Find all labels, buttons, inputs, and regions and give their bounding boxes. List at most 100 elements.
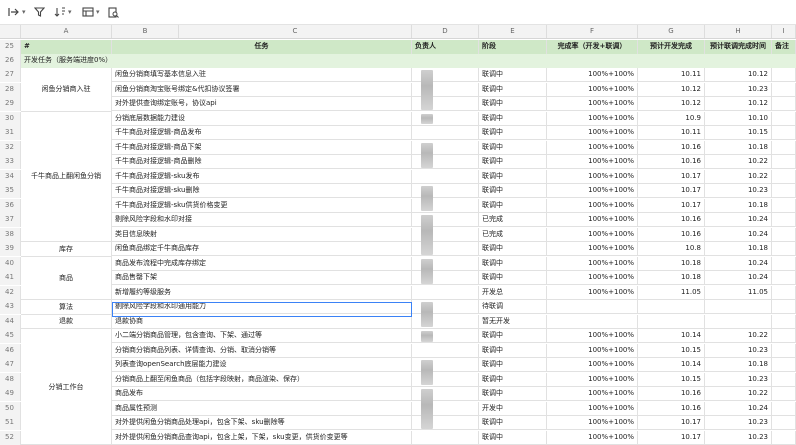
cell-stage[interactable]: 联调中 [479, 155, 547, 169]
cell-task[interactable]: 分销商品上翻至闲鱼商品（包括字段映射，商品渲染、保存） [112, 372, 412, 387]
group-label-cell[interactable]: 退款 [21, 314, 112, 329]
cell-task[interactable]: 剔除风险字段和水印通用能力 [112, 300, 412, 314]
cell-note[interactable] [772, 213, 796, 227]
cell-note[interactable] [772, 256, 796, 271]
cell-task[interactable]: 商品售罄下架 [112, 271, 412, 285]
cell-task[interactable]: 类目信息映射 [112, 227, 412, 242]
cell-completion[interactable]: 100%+100% [547, 227, 638, 242]
cell-stage[interactable]: 暂无开发 [479, 314, 547, 329]
row-number[interactable]: 39 [0, 242, 21, 256]
cell-stage[interactable]: 联调中 [479, 372, 547, 387]
cell-note[interactable] [772, 358, 796, 372]
cell-debug-done[interactable]: 10.22 [705, 155, 772, 169]
cell-note[interactable] [772, 126, 796, 140]
cell-completion[interactable]: 100%+100% [547, 430, 638, 445]
cell-debug-done[interactable]: 10.22 [705, 169, 772, 184]
row-number[interactable]: 51 [0, 416, 21, 430]
cell-stage[interactable]: 已完成 [479, 213, 547, 227]
cell-note[interactable] [772, 111, 796, 126]
cell-completion[interactable]: 100%+100% [547, 213, 638, 227]
cell-task[interactable]: 闲鱼分销商填写基本信息入驻 [112, 68, 412, 82]
header-dev-done[interactable]: 预计开发完成 [638, 40, 705, 54]
cell-note[interactable] [772, 198, 796, 213]
cell-debug-done[interactable]: 10.23 [705, 343, 772, 358]
cell-debug-done[interactable]: 10.22 [705, 329, 772, 343]
cell-completion[interactable]: 100%+100% [547, 242, 638, 256]
cell-task[interactable]: 商品发布流程中完成库存绑定 [112, 256, 412, 271]
cell-note[interactable] [772, 285, 796, 300]
cell-dev-done[interactable]: 10.16 [638, 401, 705, 416]
cell-dev-done[interactable]: 10.16 [638, 140, 705, 155]
header-note[interactable]: 备注 [772, 40, 796, 54]
cell-debug-done[interactable]: 10.18 [705, 242, 772, 256]
row-number[interactable]: 26 [0, 54, 21, 68]
column-header-h[interactable]: H [705, 25, 772, 38]
cell-task[interactable]: 新增履约等级服务 [112, 285, 412, 300]
row-number[interactable]: 30 [0, 111, 21, 126]
row-number[interactable]: 41 [0, 271, 21, 285]
column-header-e[interactable]: E [479, 25, 547, 38]
cell-debug-done[interactable]: 10.23 [705, 184, 772, 198]
row-number[interactable]: 31 [0, 126, 21, 140]
cell-task[interactable]: 千牛商品对接逻辑-sku供货价格变更 [112, 198, 412, 213]
cell-dev-done[interactable]: 10.18 [638, 256, 705, 271]
filter-button[interactable] [34, 5, 45, 19]
cell-owner[interactable] [412, 126, 479, 140]
column-header-g[interactable]: G [638, 25, 705, 38]
cell-debug-done[interactable]: 10.23 [705, 82, 772, 97]
cell-note[interactable] [772, 82, 796, 97]
cell-note[interactable] [772, 271, 796, 285]
header-hash[interactable]: # [21, 40, 112, 54]
column-header-b[interactable]: B [112, 25, 179, 38]
cell-stage[interactable]: 已完成 [479, 227, 547, 242]
cell-task[interactable]: 千牛商品对接逻辑-商品下架 [112, 140, 412, 155]
header-stage[interactable]: 阶段 [479, 40, 547, 54]
cell-debug-done[interactable]: 10.22 [705, 387, 772, 401]
cell-completion[interactable] [547, 300, 638, 314]
cell-debug-done[interactable]: 10.18 [705, 198, 772, 213]
row-number[interactable]: 34 [0, 169, 21, 184]
cell-completion[interactable]: 100%+100% [547, 184, 638, 198]
row-number[interactable]: 46 [0, 343, 21, 358]
cell-dev-done[interactable]: 10.12 [638, 97, 705, 111]
row-number[interactable]: 44 [0, 314, 21, 329]
cell-dev-done[interactable]: 11.05 [638, 285, 705, 300]
cell-stage[interactable]: 联调中 [479, 416, 547, 430]
cell-note[interactable] [772, 387, 796, 401]
cell-task[interactable]: 千牛商品对接逻辑-商品删除 [112, 155, 412, 169]
cell-note[interactable] [772, 184, 796, 198]
sort-button[interactable]: ▾ [54, 5, 72, 19]
indent-button[interactable]: ▾ [8, 5, 26, 19]
cell-stage[interactable]: 联调中 [479, 97, 547, 111]
row-number[interactable]: 27 [0, 68, 21, 82]
cell-completion[interactable]: 100%+100% [547, 416, 638, 430]
cell-debug-done[interactable]: 10.12 [705, 97, 772, 111]
cell-note[interactable] [772, 300, 796, 314]
row-number[interactable]: 25 [0, 40, 21, 54]
corner-cell[interactable] [0, 25, 21, 38]
cell-note[interactable] [772, 97, 796, 111]
cell-note[interactable] [772, 140, 796, 155]
cell-dev-done[interactable]: 10.17 [638, 169, 705, 184]
cell-stage[interactable]: 联调中 [479, 430, 547, 445]
header-task[interactable]: 任务 [112, 40, 412, 54]
cell-debug-done[interactable]: 10.15 [705, 126, 772, 140]
column-header-a[interactable]: A [21, 25, 112, 38]
section-label[interactable]: 开发任务（服务端进度0%） [21, 54, 796, 68]
group-label-cell[interactable]: 商品 [21, 256, 112, 300]
cell-note[interactable] [772, 227, 796, 242]
cell-debug-done[interactable]: 10.23 [705, 416, 772, 430]
cell-stage[interactable]: 联调中 [479, 271, 547, 285]
cell-completion[interactable]: 100%+100% [547, 401, 638, 416]
cell-completion[interactable]: 100%+100% [547, 329, 638, 343]
cell-dev-done[interactable]: 10.12 [638, 82, 705, 97]
cell-dev-done[interactable]: 10.17 [638, 416, 705, 430]
cell-stage[interactable]: 联调中 [479, 68, 547, 82]
cell-dev-done[interactable]: 10.9 [638, 111, 705, 126]
cell-completion[interactable]: 100%+100% [547, 271, 638, 285]
cell-note[interactable] [772, 155, 796, 169]
cell-owner[interactable] [412, 430, 479, 445]
cell-completion[interactable]: 100%+100% [547, 97, 638, 111]
cell-dev-done[interactable]: 10.11 [638, 68, 705, 82]
cell-completion[interactable]: 100%+100% [547, 285, 638, 300]
